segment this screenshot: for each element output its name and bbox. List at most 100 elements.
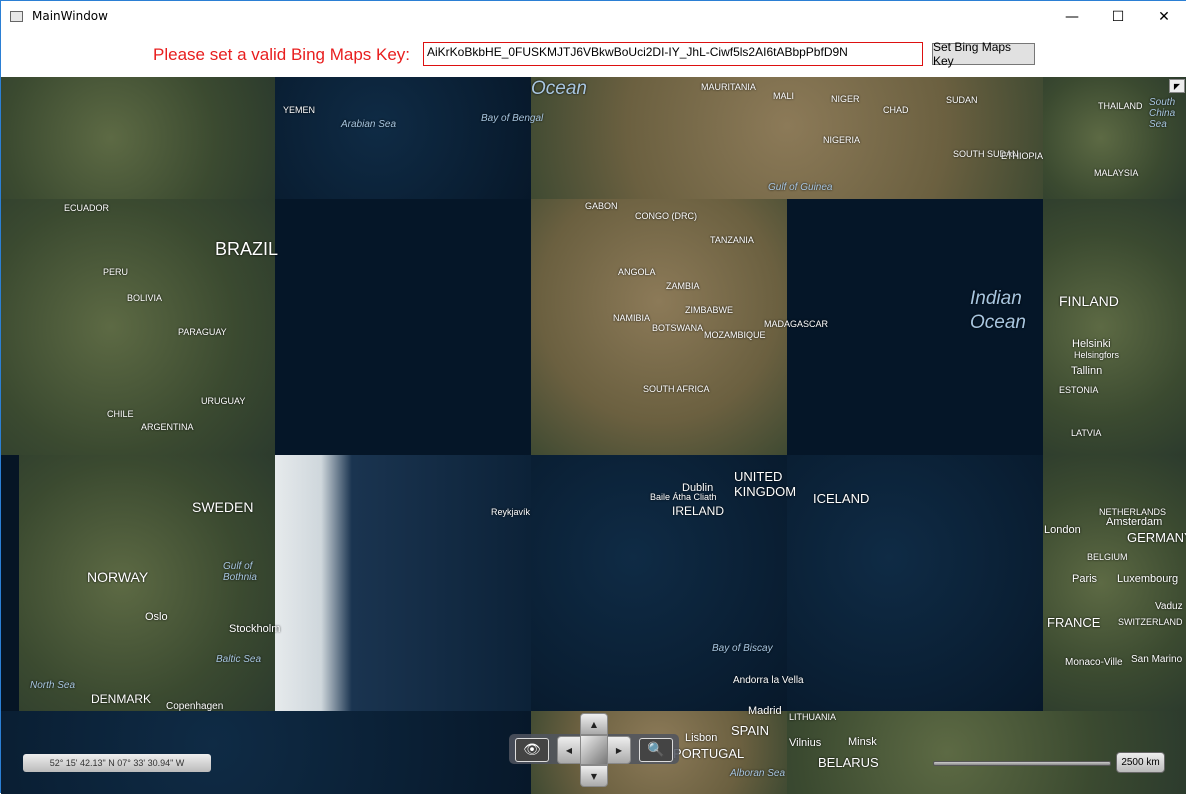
map-label: MALI xyxy=(773,91,795,101)
map-label: ZIMBABWE xyxy=(685,305,734,315)
map-label: ANGOLA xyxy=(618,267,656,277)
map-label: San Marino xyxy=(1131,654,1183,665)
map-label: Madrid xyxy=(748,705,782,717)
map-label: Gulf of Guinea xyxy=(768,182,833,193)
map-label: Vilnius xyxy=(789,737,822,749)
map-label: CONGO (DRC) xyxy=(635,211,697,221)
eye-icon: 👁 xyxy=(523,742,541,758)
maximize-button[interactable]: ☐ xyxy=(1095,1,1141,32)
scale-label: 2500 km xyxy=(1116,752,1165,773)
map-label: Helsinki xyxy=(1072,338,1111,350)
map-label: TANZANIA xyxy=(710,235,754,245)
key-label: Please set a valid Bing Maps Key: xyxy=(153,45,411,64)
map-label: GABON xyxy=(585,201,618,211)
pan-right-button[interactable]: ▶ xyxy=(607,736,631,764)
arrow-up-icon: ▲ xyxy=(590,719,598,729)
map-label: Bay of Bengal xyxy=(481,113,544,124)
map-label: Vaduz xyxy=(1155,601,1183,612)
map-label: LATVIA xyxy=(1071,428,1102,438)
map-label: Ocean xyxy=(531,78,587,99)
map-label: PORTUGAL xyxy=(673,746,745,761)
map-label: SWEDEN xyxy=(192,499,254,515)
map-label: South China Sea xyxy=(1149,97,1176,130)
map-label: URUGUAY xyxy=(201,396,246,406)
minimize-button[interactable]: — xyxy=(1049,1,1095,32)
eye-view-button[interactable]: 👁 xyxy=(515,738,549,762)
zoom-button[interactable]: 🔍 xyxy=(639,738,673,762)
map-label: SOUTH AFRICA xyxy=(643,384,710,394)
map-label: SWITZERLAND xyxy=(1118,617,1183,627)
pan-down-button[interactable]: ▼ xyxy=(580,765,608,787)
map-label: LITHUANIA xyxy=(789,712,837,722)
map-view[interactable]: Ocean YEMEN Arabian Sea Bay of Bengal MA… xyxy=(1,77,1186,794)
map-label: YEMEN xyxy=(283,105,316,115)
map-label: Paris xyxy=(1072,573,1098,585)
scale-bar xyxy=(933,761,1111,766)
pan-center-button[interactable] xyxy=(580,735,608,765)
map-label: North Sea xyxy=(30,680,76,691)
map-label: Arabian Sea xyxy=(341,119,397,130)
map-label: BELARUS xyxy=(818,755,879,770)
map-label: NAMIBIA xyxy=(613,313,651,323)
map-label: Tallinn xyxy=(1071,365,1103,377)
map-label: Reykjavík xyxy=(491,507,531,517)
map-label: BRAZIL xyxy=(215,239,279,259)
arrow-right-icon: ▶ xyxy=(615,745,623,755)
map-label: ECUADOR xyxy=(64,203,110,213)
close-button[interactable]: ✕ xyxy=(1141,1,1186,32)
coordinates-readout: 52° 15' 42.13" N 07° 33' 30.94" W xyxy=(23,754,211,772)
map-label: PERU xyxy=(103,267,129,277)
map-label: Baltic Sea xyxy=(216,654,262,665)
map-label: Minsk xyxy=(848,736,877,748)
map-label: Lisbon xyxy=(685,732,718,744)
magnifier-icon: 🔍 xyxy=(647,742,665,758)
map-label: Indian Ocean xyxy=(970,288,1026,333)
map-label: Monaco-Ville xyxy=(1065,657,1123,668)
map-label: ICELAND xyxy=(813,491,870,506)
map-label: MOZAMBIQUE xyxy=(704,330,766,340)
map-label: PARAGUAY xyxy=(178,327,227,337)
map-label: Andorra la Vella xyxy=(733,675,804,686)
map-label: Alboran Sea xyxy=(730,768,786,779)
map-label: BOTSWANA xyxy=(652,323,704,333)
window-title: MainWindow xyxy=(32,9,108,23)
set-key-button[interactable]: Set Bing Maps Key xyxy=(932,40,1035,68)
map-label: BOLIVIA xyxy=(127,293,163,303)
arrow-left-icon: ◀ xyxy=(565,745,573,755)
map-label: Helsingfors xyxy=(1074,350,1120,360)
map-label: MADAGASCAR xyxy=(764,319,829,329)
map-label: ETHIOPIA xyxy=(1001,151,1044,161)
arrow-down-icon: ▼ xyxy=(590,771,598,781)
map-label: ESTONIA xyxy=(1059,385,1099,395)
map-label: NIGER xyxy=(831,94,860,104)
map-label: Luxembourg xyxy=(1117,573,1179,585)
pan-up-button[interactable]: ▲ xyxy=(580,713,608,735)
bing-key-input[interactable]: AiKrKoBkbHE_0FUSKMJTJ6VBkwBoUci2DI-IY_Jh… xyxy=(423,42,923,66)
map-label: CHAD xyxy=(883,105,909,115)
pan-left-button[interactable]: ◀ xyxy=(557,736,581,764)
map-label: BELGIUM xyxy=(1087,552,1128,562)
map-label: SUDAN xyxy=(946,95,978,105)
title-bar: MainWindow — ☐ ✕ xyxy=(1,1,1186,32)
map-label: GERMANY xyxy=(1127,530,1186,545)
map-label: UNITED KINGDOM xyxy=(734,469,797,499)
map-label: Baile Átha Cliath xyxy=(650,492,717,502)
map-label: ARGENTINA xyxy=(141,422,194,432)
map-label: Bay of Biscay xyxy=(712,643,773,654)
map-label: FINLAND xyxy=(1059,293,1119,309)
map-label: Stockholm xyxy=(229,623,281,635)
map-label: FRANCE xyxy=(1047,615,1101,630)
map-label: SPAIN xyxy=(731,723,770,738)
map-label: Oslo xyxy=(145,611,168,623)
map-label: MALAYSIA xyxy=(1094,168,1139,178)
map-label: IRELAND xyxy=(672,504,725,518)
map-label: NIGERIA xyxy=(823,135,861,145)
map-label: London xyxy=(1044,524,1081,536)
map-label: DENMARK xyxy=(91,692,152,706)
app-icon xyxy=(10,11,23,22)
expand-corner-button[interactable]: ◤ xyxy=(1169,79,1185,93)
map-label: NORWAY xyxy=(87,569,149,585)
map-label: CHILE xyxy=(107,409,134,419)
map-label: THAILAND xyxy=(1098,101,1143,111)
map-label: MAURITANIA xyxy=(701,82,756,92)
